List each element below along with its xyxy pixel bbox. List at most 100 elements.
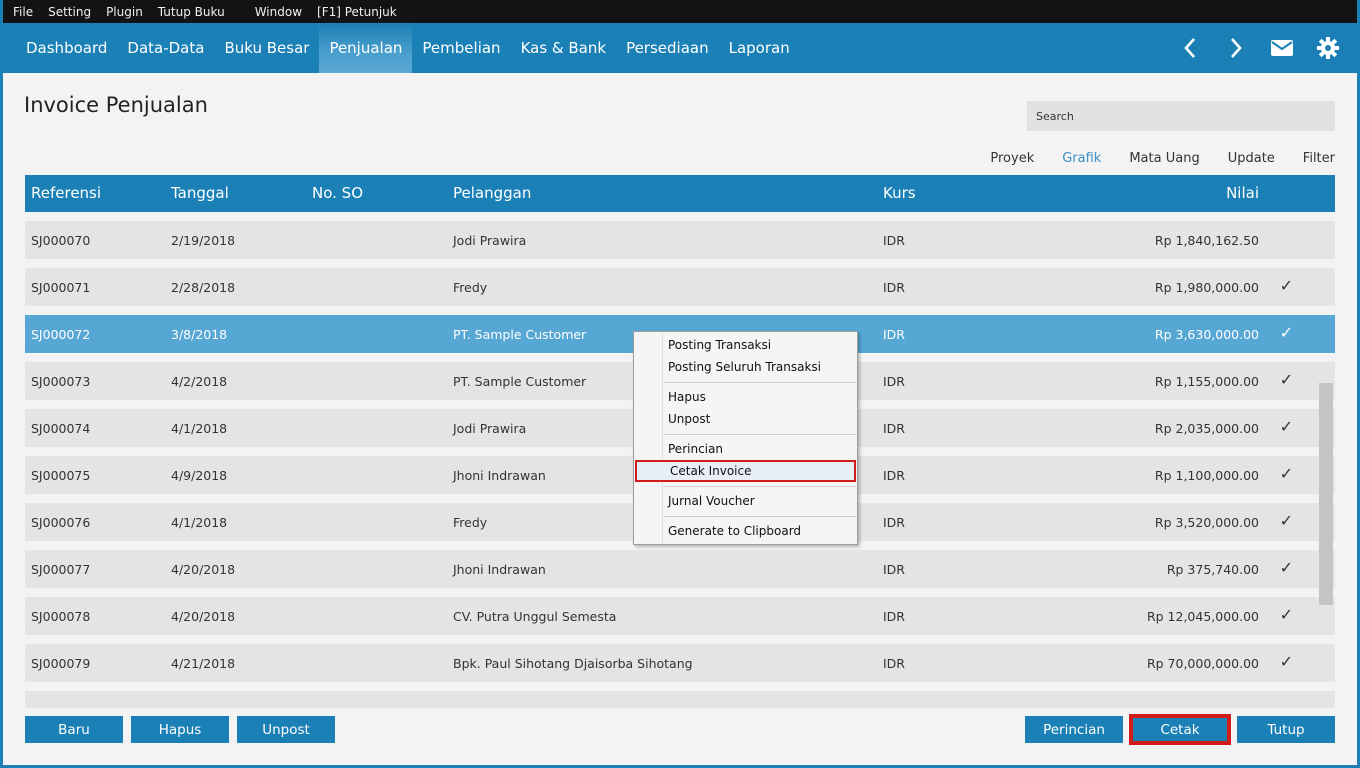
menu-posting-transaksi[interactable]: Posting Transaksi — [635, 334, 856, 356]
menu-separator — [664, 434, 856, 435]
nav-penjualan[interactable]: Penjualan — [319, 23, 413, 73]
toolbar-update[interactable]: Update — [1228, 151, 1275, 166]
cell-date: 4/9/2018 — [171, 468, 228, 483]
cell-nilai: Rp 1,100,000.00 — [1154, 468, 1259, 483]
cell-date: 4/20/2018 — [171, 562, 236, 577]
cell-ref: SJ000076 — [31, 515, 91, 530]
nav-data-data[interactable]: Data-Data — [117, 23, 214, 73]
cell-date: 4/2/2018 — [171, 374, 228, 389]
cetak-button[interactable]: Cetak — [1129, 714, 1231, 745]
menu-posting-seluruh[interactable]: Posting Seluruh Transaksi — [635, 356, 856, 378]
cell-ref: SJ000075 — [31, 468, 91, 483]
cell-kurs: IDR — [883, 656, 905, 671]
cell-ref: SJ000077 — [31, 562, 91, 577]
unpost-button[interactable]: Unpost — [237, 716, 335, 743]
cell-kurs: IDR — [883, 468, 905, 483]
cell-ref: SJ000072 — [31, 327, 91, 342]
envelope-icon[interactable] — [1271, 37, 1293, 59]
toolbar-links: Proyek Grafik Mata Uang Update Filter — [962, 151, 1335, 166]
cell-kurs: IDR — [883, 374, 905, 389]
cell-customer: PT. Sample Customer — [453, 327, 587, 342]
check-icon: ✓ — [1279, 605, 1293, 624]
cell-nilai: Rp 1,980,000.00 — [1154, 280, 1259, 295]
cell-nilai: Rp 3,520,000.00 — [1154, 515, 1259, 530]
menu-separator — [664, 382, 856, 383]
nav-pembelian[interactable]: Pembelian — [412, 23, 510, 73]
table-row-partial[interactable] — [25, 691, 1335, 708]
cell-date: 4/1/2018 — [171, 515, 228, 530]
cell-customer: Jhoni Indrawan — [453, 562, 546, 577]
toolbar-grafik[interactable]: Grafik — [1062, 151, 1101, 166]
cell-customer: PT. Sample Customer — [453, 374, 587, 389]
cell-nilai: Rp 2,035,000.00 — [1154, 421, 1259, 436]
col-tanggal[interactable]: Tanggal — [171, 184, 229, 202]
check-icon: ✓ — [1279, 323, 1293, 342]
cell-nilai: Rp 70,000,000.00 — [1146, 656, 1259, 671]
menu-window[interactable]: Window — [255, 5, 302, 19]
nav-buku-besar[interactable]: Buku Besar — [214, 23, 319, 73]
cell-nilai: Rp 1,840,162.50 — [1154, 233, 1259, 248]
context-menu: Posting Transaksi Posting Seluruh Transa… — [633, 331, 858, 545]
toolbar-proyek[interactable]: Proyek — [990, 151, 1034, 166]
cell-customer: Bpk. Paul Sihotang Djaisorba Sihotang — [453, 656, 693, 671]
col-pelanggan[interactable]: Pelanggan — [453, 184, 531, 202]
cell-ref: SJ000071 — [31, 280, 91, 295]
menu-tutup-buku[interactable]: Tutup Buku — [158, 5, 225, 19]
menu-separator — [664, 486, 856, 487]
cell-nilai: Rp 1,155,000.00 — [1154, 374, 1259, 389]
menu-file[interactable]: File — [13, 5, 33, 19]
check-icon: ✓ — [1279, 511, 1293, 530]
content-area: Invoice Penjualan Proyek Grafik Mata Uan… — [3, 73, 1357, 765]
table-row[interactable]: SJ000077 4/20/2018 Jhoni Indrawan IDR Rp… — [25, 550, 1335, 588]
hapus-button[interactable]: Hapus — [131, 716, 229, 743]
cell-ref: SJ000070 — [31, 233, 91, 248]
menu-plugin[interactable]: Plugin — [106, 5, 143, 19]
cell-kurs: IDR — [883, 233, 905, 248]
menu-setting[interactable]: Setting — [48, 5, 91, 19]
menu-cetak-invoice[interactable]: Cetak Invoice — [635, 460, 856, 482]
col-referensi[interactable]: Referensi — [31, 184, 101, 202]
cell-date: 4/20/2018 — [171, 609, 236, 624]
cell-kurs: IDR — [883, 515, 905, 530]
check-icon: ✓ — [1279, 464, 1293, 483]
search-input[interactable] — [1027, 101, 1335, 131]
cell-customer: Fredy — [453, 280, 488, 295]
table-row[interactable]: SJ000070 2/19/2018 Jodi Prawira IDR Rp 1… — [25, 221, 1335, 259]
table-scrollbar[interactable] — [1319, 383, 1333, 605]
menu-unpost[interactable]: Unpost — [635, 408, 856, 430]
table-row[interactable]: SJ000078 4/20/2018 CV. Putra Unggul Seme… — [25, 597, 1335, 635]
cell-ref: SJ000079 — [31, 656, 91, 671]
check-icon: ✓ — [1279, 652, 1293, 671]
perincian-button[interactable]: Perincian — [1025, 716, 1123, 743]
nav-laporan[interactable]: Laporan — [719, 23, 800, 73]
cell-customer: Jodi Prawira — [453, 233, 527, 248]
menu-perincian[interactable]: Perincian — [635, 438, 856, 460]
col-kurs[interactable]: Kurs — [883, 184, 916, 202]
tutup-button[interactable]: Tutup — [1237, 716, 1335, 743]
cell-nilai: Rp 3,630,000.00 — [1154, 327, 1259, 342]
table-row[interactable]: SJ000079 4/21/2018 Bpk. Paul Sihotang Dj… — [25, 644, 1335, 682]
menu-jurnal-voucher[interactable]: Jurnal Voucher — [635, 490, 856, 512]
col-no-so[interactable]: No. SO — [312, 184, 363, 202]
toolbar-filter[interactable]: Filter — [1303, 151, 1335, 166]
check-icon: ✓ — [1279, 276, 1293, 295]
nav-dashboard[interactable]: Dashboard — [3, 23, 117, 73]
baru-button[interactable]: Baru — [25, 716, 123, 743]
toolbar-mata-uang[interactable]: Mata Uang — [1129, 151, 1199, 166]
nav-kas-bank[interactable]: Kas & Bank — [511, 23, 617, 73]
menu-hapus[interactable]: Hapus — [635, 386, 856, 408]
cell-date: 2/28/2018 — [171, 280, 236, 295]
gear-icon[interactable] — [1317, 37, 1339, 59]
menu-help[interactable]: [F1] Petunjuk — [317, 5, 397, 19]
main-nav: Dashboard Data-Data Buku Besar Penjualan… — [3, 23, 1357, 73]
cell-nilai: Rp 375,740.00 — [1166, 562, 1259, 577]
menu-generate-clipboard[interactable]: Generate to Clipboard — [635, 520, 856, 542]
chevron-right-icon[interactable] — [1225, 37, 1247, 59]
cell-date: 4/1/2018 — [171, 421, 228, 436]
nav-persediaan[interactable]: Persediaan — [616, 23, 719, 73]
table-row[interactable]: SJ000071 2/28/2018 Fredy IDR Rp 1,980,00… — [25, 268, 1335, 306]
chevron-left-icon[interactable] — [1179, 37, 1201, 59]
col-nilai[interactable]: Nilai — [1226, 184, 1259, 202]
cell-customer: Jodi Prawira — [453, 421, 527, 436]
cell-kurs: IDR — [883, 327, 905, 342]
